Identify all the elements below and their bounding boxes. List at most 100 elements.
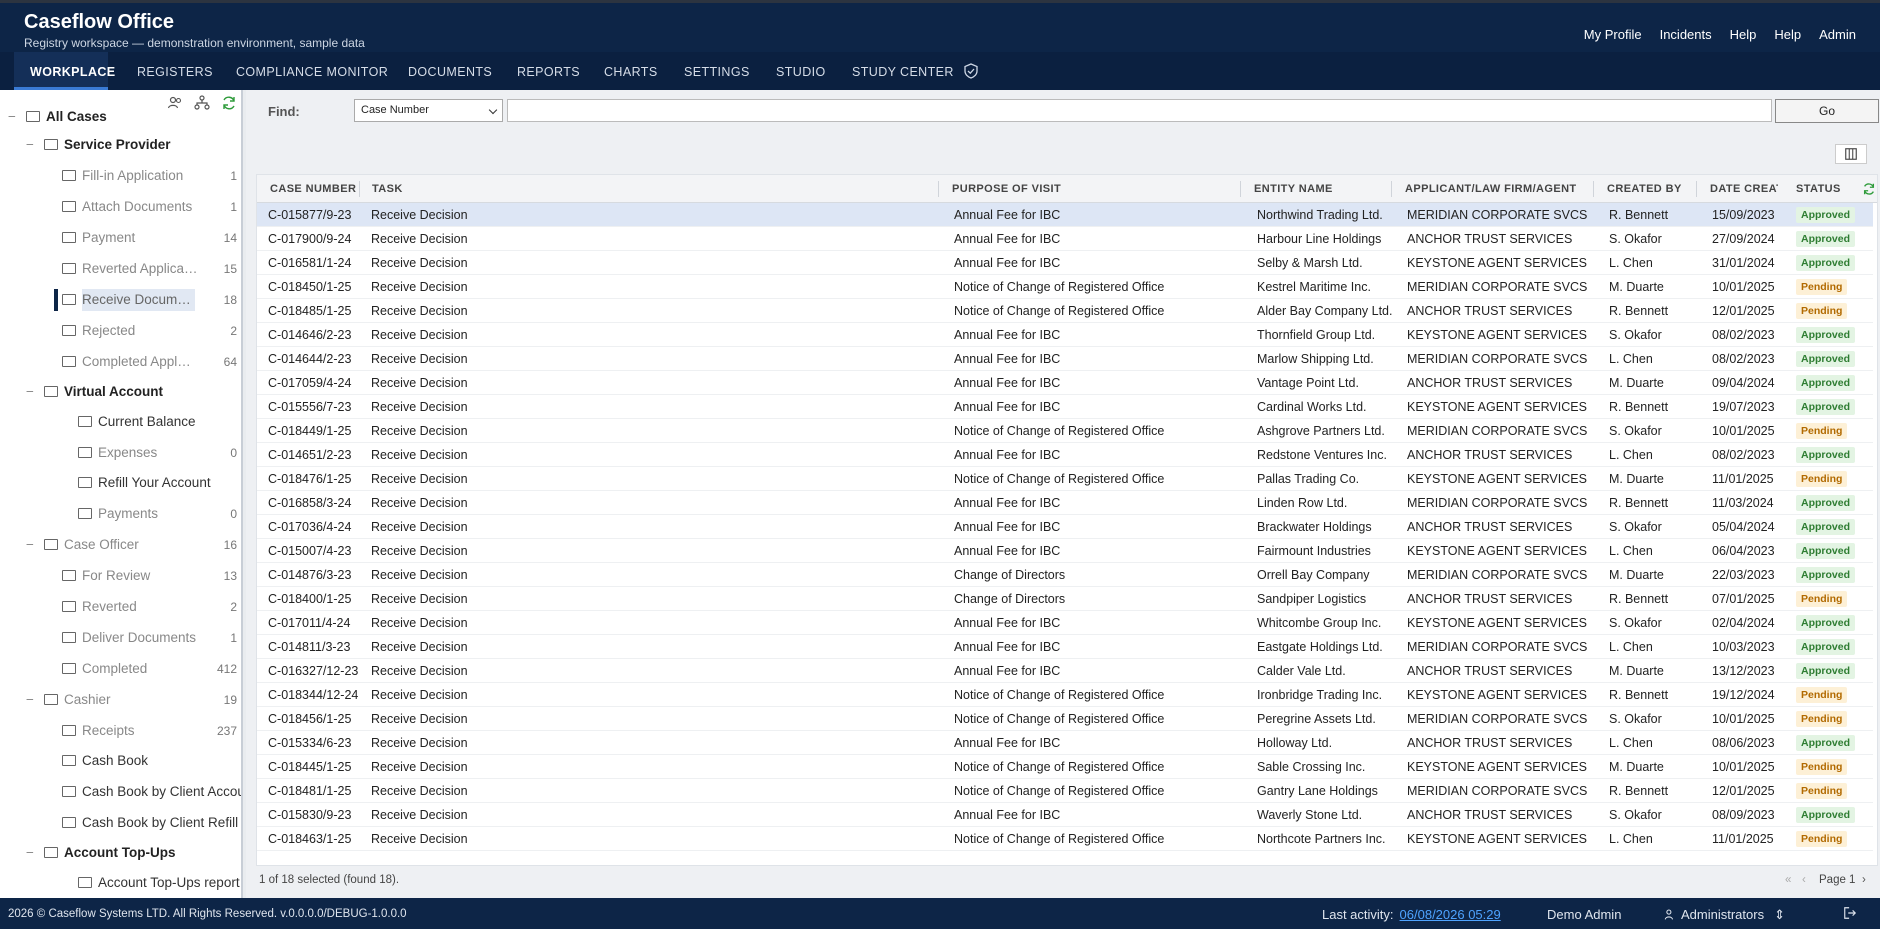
tree-node[interactable]: Rejected 2 xyxy=(0,320,241,342)
tree-node[interactable]: Cash Book by Client Refill xyxy=(0,812,241,834)
table-row[interactable]: C-015877/9-23 Receive Decision Annual Fee … xyxy=(257,203,1873,227)
tree-node[interactable]: Receipts 237 xyxy=(0,720,241,742)
tab-documents[interactable]: DOCUMENTS xyxy=(408,52,492,90)
prev-page-icon[interactable]: ‹ xyxy=(1802,874,1806,886)
table-row[interactable]: C-016581/1-24 Receive Decision Annual Fee … xyxy=(257,251,1873,275)
tree-node[interactable]: Cash Book xyxy=(0,750,241,772)
table-row[interactable]: C-017900/9-24 Receive Decision Annual Fee … xyxy=(257,227,1873,251)
tab-registers[interactable]: REGISTERS xyxy=(137,52,213,90)
table-row[interactable]: C-018400/1-25 Receive Decision Change of D… xyxy=(257,587,1873,611)
collapse-toggle-icon[interactable]: − xyxy=(24,689,36,711)
col-separator[interactable] xyxy=(359,181,360,197)
table-row[interactable]: C-014876/3-23 Receive Decision Change of D… xyxy=(257,563,1873,587)
col-status[interactable]: STATUS xyxy=(1796,183,1841,195)
col-task[interactable]: TASK xyxy=(372,183,403,195)
table-row[interactable]: C-018450/1-25 Receive Decision Notice of C… xyxy=(257,275,1873,299)
tree-node[interactable]: Reverted 2 xyxy=(0,596,241,618)
col-separator[interactable] xyxy=(1391,181,1392,197)
incidents-link[interactable]: Incidents xyxy=(1660,27,1712,42)
help-link-2[interactable]: Help xyxy=(1774,27,1801,42)
find-input[interactable] xyxy=(507,99,1772,122)
table-row[interactable]: C-017011/4-24 Receive Decision Annual Fee … xyxy=(257,611,1873,635)
table-row[interactable]: C-018449/1-25 Receive Decision Notice of C… xyxy=(257,419,1873,443)
table-row[interactable]: C-014811/3-23 Receive Decision Annual Fee … xyxy=(257,635,1873,659)
col-entity-name[interactable]: ENTITY NAME xyxy=(1254,183,1333,195)
col-separator[interactable] xyxy=(1593,181,1594,197)
go-button[interactable]: Go xyxy=(1775,99,1879,123)
grid-refresh-icon[interactable] xyxy=(1862,182,1876,196)
tree-node[interactable]: − Virtual Account xyxy=(0,381,241,403)
tree-node[interactable]: − Service Provider xyxy=(0,134,241,156)
my-profile-link[interactable]: My Profile xyxy=(1584,27,1642,42)
table-row[interactable]: C-014644/2-23 Receive Decision Annual Fee … xyxy=(257,347,1873,371)
tab-workplace[interactable]: WORKPLACE xyxy=(14,52,115,90)
logout-icon[interactable] xyxy=(1843,906,1857,920)
tree-node[interactable]: Receive Docum… 18 xyxy=(0,289,241,311)
tab-reports[interactable]: REPORTS xyxy=(517,52,580,90)
tree-node[interactable]: Expenses 0 xyxy=(0,442,241,464)
find-field-select[interactable]: Case Number xyxy=(354,99,503,122)
tree-node[interactable]: Deliver Documents 1 xyxy=(0,627,241,649)
table-row[interactable]: C-015007/4-23 Receive Decision Annual Fee … xyxy=(257,539,1873,563)
table-row[interactable]: C-018456/1-25 Receive Decision Notice of C… xyxy=(257,707,1873,731)
tree-node[interactable]: − All Cases xyxy=(0,106,241,128)
tab-studio[interactable]: STUDIO xyxy=(776,52,826,90)
tree-node[interactable]: Account Top-Ups report xyxy=(0,872,241,894)
tree-node[interactable]: − Case Officer 16 xyxy=(0,534,241,556)
tree-node[interactable]: Completed 412 xyxy=(0,658,241,680)
last-activity-link[interactable]: 06/08/2026 05:29 xyxy=(1400,907,1501,922)
table-row[interactable]: C-014646/2-23 Receive Decision Annual Fee … xyxy=(257,323,1873,347)
collapse-toggle-icon[interactable]: − xyxy=(24,842,36,864)
table-row[interactable]: C-016327/12-23 Receive Decision Annual Fee… xyxy=(257,659,1873,683)
table-row[interactable]: C-016858/3-24 Receive Decision Annual Fee … xyxy=(257,491,1873,515)
tree-node[interactable]: Completed Appl… 64 xyxy=(0,351,241,373)
first-page-icon[interactable]: « xyxy=(1785,874,1791,886)
collapse-toggle-icon[interactable]: − xyxy=(24,134,36,156)
table-row[interactable]: C-018463/1-25 Receive Decision Notice of C… xyxy=(257,827,1873,851)
group-selector[interactable]: Administrators ⇕ xyxy=(1664,907,1785,923)
tree-node[interactable]: Current Balance xyxy=(0,411,241,433)
tree-node[interactable]: Refill Your Account xyxy=(0,472,241,494)
collapse-toggle-icon[interactable]: − xyxy=(24,381,36,403)
tree-node[interactable]: Attach Documents 1 xyxy=(0,196,241,218)
table-row[interactable]: C-018476/1-25 Receive Decision Notice of C… xyxy=(257,467,1873,491)
table-row[interactable]: C-015830/9-23 Receive Decision Annual Fee … xyxy=(257,803,1873,827)
current-user[interactable]: Demo Admin xyxy=(1547,907,1621,922)
tab-settings[interactable]: SETTINGS xyxy=(684,52,750,90)
help-link[interactable]: Help xyxy=(1730,27,1757,42)
tab-charts[interactable]: CHARTS xyxy=(604,52,658,90)
tree-node[interactable]: Cash Book by Client Accou xyxy=(0,781,241,803)
col-separator[interactable] xyxy=(1240,181,1241,197)
tree-node[interactable]: Payments 0 xyxy=(0,503,241,525)
collapse-toggle-icon[interactable]: − xyxy=(24,534,36,556)
col-date-created[interactable]: DATE CREATE xyxy=(1710,183,1778,195)
col-separator[interactable] xyxy=(1696,181,1697,197)
table-row[interactable]: C-018481/1-25 Receive Decision Notice of C… xyxy=(257,779,1873,803)
tab-study-center[interactable]: STUDY CENTER xyxy=(852,52,954,90)
table-row[interactable]: C-015334/6-23 Receive Decision Annual Fee … xyxy=(257,731,1873,755)
table-row[interactable]: C-015556/7-23 Receive Decision Annual Fee … xyxy=(257,395,1873,419)
tree-node[interactable]: Payment 14 xyxy=(0,227,241,249)
tree-node[interactable]: − Account Top-Ups xyxy=(0,842,241,864)
column-chooser-button[interactable] xyxy=(1835,144,1867,164)
table-row[interactable]: C-017059/4-24 Receive Decision Annual Fee … xyxy=(257,371,1873,395)
col-applicant[interactable]: APPLICANT/LAW FIRM/AGENT xyxy=(1405,183,1577,195)
tree-node[interactable]: − Cashier 19 xyxy=(0,689,241,711)
tree-node[interactable]: Reverted Applica… 15 xyxy=(0,258,241,280)
col-case-number[interactable]: CASE NUMBER xyxy=(270,183,356,195)
table-row[interactable]: C-018445/1-25 Receive Decision Notice of C… xyxy=(257,755,1873,779)
tree-node[interactable]: Fill-in Application 1 xyxy=(0,165,241,187)
col-purpose[interactable]: PURPOSE OF VISIT xyxy=(952,183,1061,195)
admin-link[interactable]: Admin xyxy=(1819,27,1856,42)
col-created-by[interactable]: CREATED BY xyxy=(1607,183,1682,195)
col-separator[interactable] xyxy=(938,181,939,197)
shield-check-icon[interactable] xyxy=(963,63,979,79)
table-row[interactable]: C-018344/12-24 Receive Decision Notice of … xyxy=(257,683,1873,707)
tree-node[interactable]: For Review 13 xyxy=(0,565,241,587)
table-row[interactable]: C-014651/2-23 Receive Decision Annual Fee … xyxy=(257,443,1873,467)
tab-compliance-monitor[interactable]: COMPLIANCE MONITOR xyxy=(236,52,388,90)
table-row[interactable]: C-017036/4-24 Receive Decision Annual Fee … xyxy=(257,515,1873,539)
next-page-icon[interactable]: › xyxy=(1862,874,1866,886)
collapse-toggle-icon[interactable]: − xyxy=(6,106,18,128)
table-row[interactable]: C-018485/1-25 Receive Decision Notice of C… xyxy=(257,299,1873,323)
